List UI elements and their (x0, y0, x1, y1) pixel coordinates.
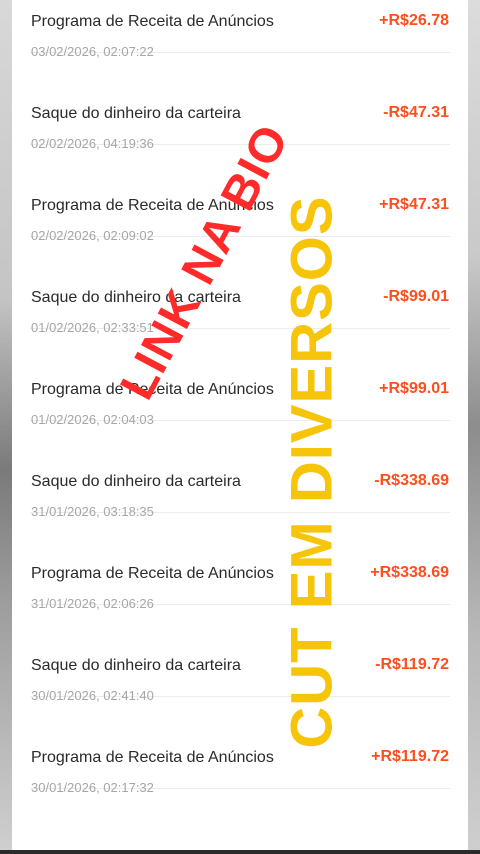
transaction-date: 30/01/2026, 02:17:32 (31, 780, 154, 795)
transaction-amount: -R$99.01 (383, 288, 449, 305)
transaction-title: Saque do dinheiro da carteira (31, 105, 241, 122)
transaction-title: Programa de Receita de Anúncios (31, 381, 274, 398)
transaction-amount: -R$119.72 (375, 656, 449, 673)
transaction-row[interactable]: Saque do dinheiro da carteira 02/02/2026… (30, 53, 450, 151)
transaction-amount: +R$99.01 (379, 380, 449, 397)
transaction-row[interactable]: Programa de Receita de Anúncios 01/02/20… (30, 329, 450, 427)
transaction-list[interactable]: Programa de Receita de Anúncios 03/02/20… (12, 0, 468, 795)
transaction-title: Programa de Receita de Anúncios (31, 749, 274, 766)
transaction-row[interactable]: Programa de Receita de Anúncios 30/01/20… (30, 697, 450, 795)
transaction-amount: +R$119.72 (371, 748, 449, 765)
transaction-amount: +R$47.31 (379, 196, 449, 213)
transaction-title: Programa de Receita de Anúncios (31, 13, 274, 30)
transaction-amount: -R$47.31 (383, 104, 449, 121)
transaction-amount: +R$338.69 (370, 564, 449, 581)
transaction-row[interactable]: Saque do dinheiro da carteira 01/02/2026… (30, 237, 450, 335)
transaction-title: Saque do dinheiro da carteira (31, 657, 241, 674)
transaction-row[interactable]: Programa de Receita de Anúncios 31/01/20… (30, 513, 450, 611)
transaction-row[interactable]: Saque do dinheiro da carteira 30/01/2026… (30, 605, 450, 703)
transaction-title: Saque do dinheiro da carteira (31, 289, 241, 306)
transaction-amount: -R$338.69 (374, 472, 449, 489)
background-right-edge (468, 0, 480, 854)
bottom-edge-bar (0, 850, 480, 854)
transaction-history-panel[interactable]: Programa de Receita de Anúncios 03/02/20… (12, 0, 468, 854)
background-left-edge (0, 0, 12, 854)
transaction-title: Programa de Receita de Anúncios (31, 565, 274, 582)
transaction-row[interactable]: Saque do dinheiro da carteira 31/01/2026… (30, 421, 450, 519)
transaction-title: Saque do dinheiro da carteira (31, 473, 241, 490)
transaction-amount: +R$26.78 (379, 12, 449, 29)
transaction-row[interactable]: Programa de Receita de Anúncios 03/02/20… (30, 0, 450, 59)
transaction-row[interactable]: Programa de Receita de Anúncios 02/02/20… (30, 145, 450, 243)
transaction-title: Programa de Receita de Anúncios (31, 197, 274, 214)
